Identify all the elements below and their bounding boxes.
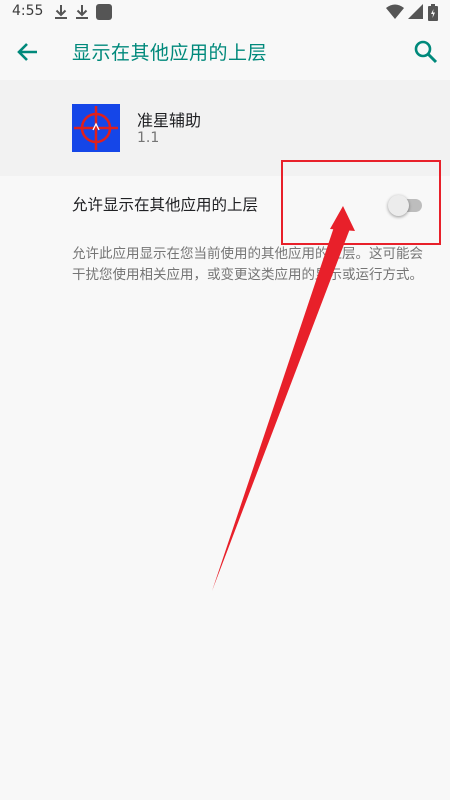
battery-icon xyxy=(428,4,438,25)
wifi-icon xyxy=(386,4,404,24)
status-bar: 4:55 xyxy=(0,0,450,24)
permission-description: 允许此应用显示在您当前使用的其他应用的上层。这可能会干扰您使用相关应用，或变更这… xyxy=(72,246,423,283)
overlay-permission-toggle[interactable] xyxy=(388,193,424,217)
search-icon[interactable] xyxy=(412,38,440,66)
status-time: 4:55 xyxy=(12,3,44,19)
app-info-header: 准星辅助 1.1 xyxy=(0,80,450,176)
app-bar: 显示在其他应用的上层 xyxy=(0,24,450,80)
setting-label: 允许显示在其他应用的上层 xyxy=(72,196,259,214)
page-title: 显示在其他应用的上层 xyxy=(72,42,268,64)
signal-icon xyxy=(408,4,423,24)
app-name: 准星辅助 xyxy=(137,111,202,130)
back-arrow-icon[interactable] xyxy=(14,38,42,66)
app-version: 1.1 xyxy=(137,130,160,146)
notification-square-icon xyxy=(96,4,112,24)
toggle-thumb xyxy=(388,195,409,216)
download-icon xyxy=(54,4,68,24)
download-icon xyxy=(75,4,89,24)
overlay-permission-row[interactable]: 允许显示在其他应用的上层 xyxy=(0,176,450,232)
crosshair-icon xyxy=(72,104,120,152)
